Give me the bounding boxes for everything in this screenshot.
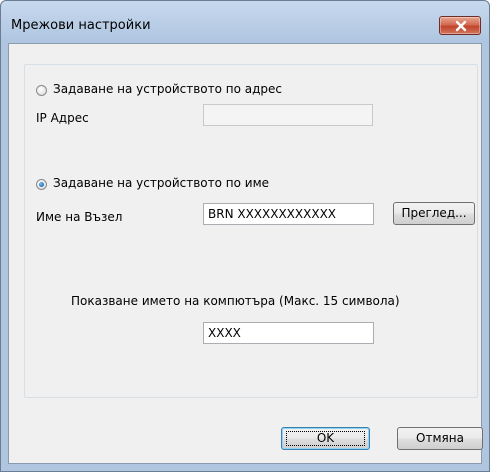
cancel-button[interactable]: Отмяна: [397, 427, 483, 450]
node-name-field[interactable]: BRN XXXXXXXXXXXX: [203, 203, 374, 225]
radio-by-address[interactable]: [36, 85, 47, 96]
ip-address-label: IP Адрес: [36, 111, 89, 125]
node-name-label: Име на Възел: [36, 210, 123, 224]
ip-address-field[interactable]: [203, 104, 373, 126]
focus-indicator: [286, 431, 365, 446]
ok-button[interactable]: OK: [281, 427, 370, 450]
network-settings-dialog: Мрежови настройки Задаване на устройство…: [0, 0, 490, 472]
browse-button[interactable]: Преглед...: [393, 202, 475, 225]
computer-name-field[interactable]: XXXX: [203, 322, 374, 344]
settings-group-box: Задаване на устройството по адрес IP Адр…: [24, 64, 478, 398]
dialog-title: Мрежови настройки: [11, 18, 151, 33]
title-bar[interactable]: Мрежови настройки: [1, 1, 489, 41]
radio-by-name-label[interactable]: Задаване на устройството по име: [53, 176, 269, 190]
radio-by-address-label[interactable]: Задаване на устройството по адрес: [53, 82, 282, 96]
close-button[interactable]: [439, 16, 481, 35]
computer-name-label: Показване името на компютъра (Макс. 15 с…: [71, 294, 400, 308]
radio-by-name[interactable]: [36, 179, 47, 190]
close-x-icon: [455, 20, 467, 32]
dialog-client-area: Задаване на устройството по адрес IP Адр…: [8, 43, 483, 464]
